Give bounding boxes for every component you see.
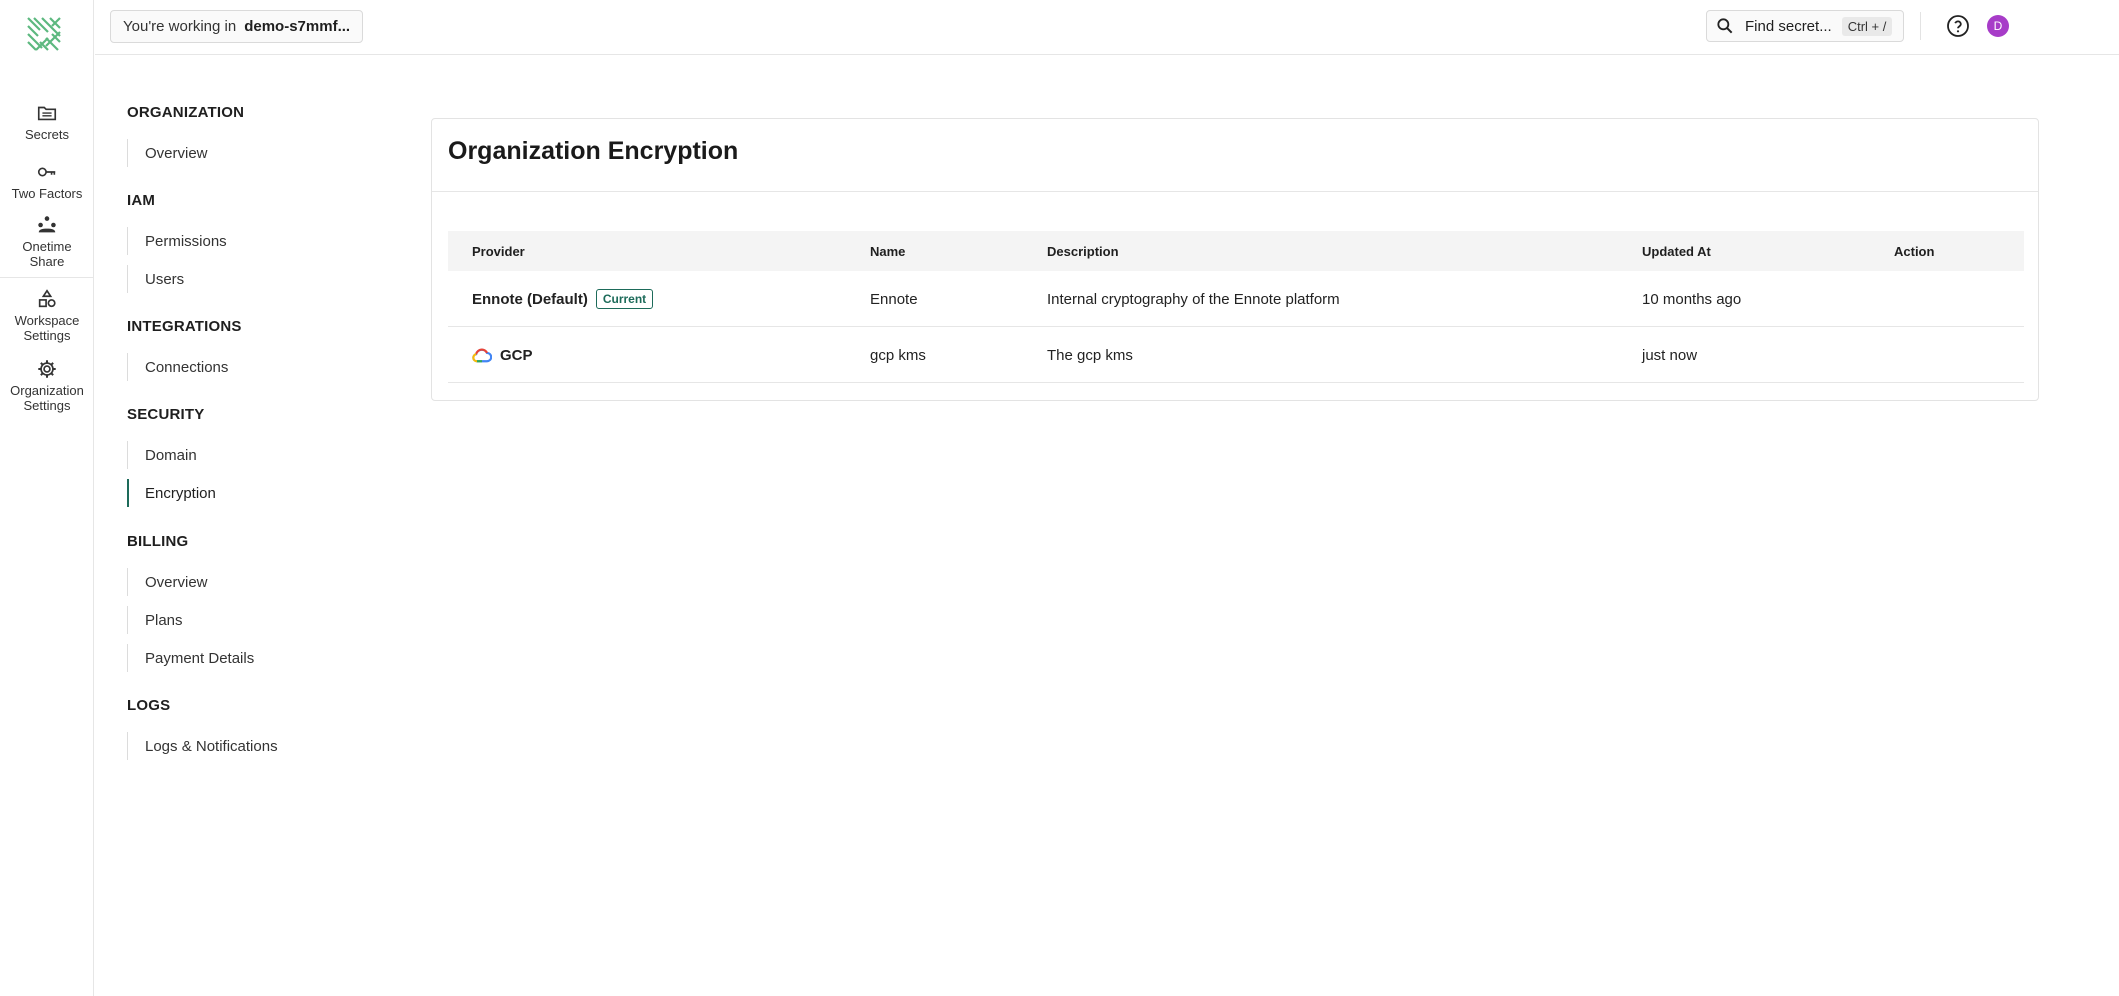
- name-cell: Ennote: [870, 290, 918, 308]
- folder-icon: [37, 106, 57, 121]
- help-icon[interactable]: [1946, 14, 1970, 38]
- ennote-logo[interactable]: [22, 12, 66, 56]
- avatar[interactable]: D: [1987, 15, 2009, 37]
- nav-section-title: LOGS: [127, 697, 171, 714]
- rail-item-label: Onetime Share: [22, 239, 72, 269]
- nav-item-encryption[interactable]: Encryption: [127, 479, 367, 507]
- column-header-description: Description: [1047, 243, 1119, 259]
- current-badge: Current: [595, 289, 654, 309]
- topbar-divider: [1920, 12, 1921, 40]
- nav-item-permissions[interactable]: Permissions: [127, 227, 367, 255]
- provider-cell: GCP: [472, 327, 533, 383]
- shapes-icon: [38, 289, 56, 308]
- left-rail: Secrets Two Factors Onetime Share Worksp…: [0, 0, 94, 996]
- rail-item-label: Organization Settings: [10, 383, 84, 413]
- rail-item-secrets[interactable]: Secrets: [0, 102, 94, 142]
- provider-name: Ennote (Default): [472, 290, 588, 308]
- table-header: Provider Name Description Updated At Act…: [448, 231, 2024, 271]
- find-secret-button[interactable]: Find secret... Ctrl + /: [1706, 10, 1904, 42]
- google-cloud-icon: [472, 348, 492, 363]
- nav-item-domain[interactable]: Domain: [127, 441, 367, 469]
- column-header-provider: Provider: [472, 243, 525, 259]
- column-header-name: Name: [870, 243, 906, 259]
- name-cell: gcp kms: [870, 346, 926, 364]
- column-header-action: Action: [1894, 243, 1935, 259]
- workspace-prefix: You're working in: [123, 18, 237, 35]
- card-divider: [432, 191, 2038, 192]
- nav-item-billing-overview[interactable]: Overview: [127, 568, 367, 596]
- description-cell: Internal cryptography of the Ennote plat…: [1047, 290, 1340, 308]
- nav-item-payment-details[interactable]: Payment Details: [127, 644, 367, 672]
- nav-item-connections[interactable]: Connections: [127, 353, 367, 381]
- nav-item-logs-notifications[interactable]: Logs & Notifications: [127, 732, 367, 760]
- nav-item-users[interactable]: Users: [127, 265, 367, 293]
- rail-item-onetime-share[interactable]: Onetime Share: [0, 214, 94, 269]
- top-bar: You're working in demo-s7mmf... Find sec…: [95, 0, 2119, 55]
- rail-item-label: Workspace Settings: [14, 313, 80, 343]
- nav-item-org-overview[interactable]: Overview: [127, 139, 367, 167]
- search-shortcut: Ctrl + /: [1841, 16, 1893, 36]
- rail-item-two-factors[interactable]: Two Factors: [0, 161, 94, 201]
- nav-section-title: IAM: [127, 192, 156, 209]
- nav-section-title: BILLING: [127, 533, 189, 550]
- workspace-switcher[interactable]: You're working in demo-s7mmf...: [110, 10, 364, 43]
- workspace-name: demo-s7mmf...: [244, 18, 351, 35]
- description-cell: The gcp kms: [1047, 346, 1133, 364]
- provider-name: GCP: [500, 346, 533, 364]
- provider-cell: Ennote (Default) Current: [472, 271, 654, 327]
- search-icon: [1717, 18, 1733, 34]
- nav-section-title: INTEGRATIONS: [127, 318, 242, 335]
- rail-item-workspace-settings[interactable]: Workspace Settings: [0, 288, 94, 343]
- table-row[interactable]: GCP gcp kms The gcp kms just now: [448, 327, 2024, 383]
- rail-item-label: Two Factors: [11, 186, 83, 201]
- column-header-updated-at: Updated At: [1642, 243, 1711, 259]
- page-title: Organization Encryption: [448, 137, 739, 165]
- table-row[interactable]: Ennote (Default) Current Ennote Internal…: [448, 271, 2024, 327]
- gear-icon: [38, 360, 56, 378]
- nav-section-title: SECURITY: [127, 406, 205, 423]
- nav-section-title: ORGANIZATION: [127, 104, 245, 121]
- updated-cell: 10 months ago: [1642, 290, 1742, 308]
- encryption-card: Organization Encryption Provider Name De…: [431, 118, 2039, 401]
- key-icon: [37, 167, 56, 177]
- updated-cell: just now: [1642, 346, 1698, 364]
- nav-item-plans[interactable]: Plans: [127, 606, 367, 634]
- search-label: Find secret...: [1745, 17, 1832, 35]
- rail-item-organization-settings[interactable]: Organization Settings: [0, 358, 94, 413]
- share-nodes-icon: [38, 216, 56, 233]
- rail-divider: [0, 277, 94, 278]
- rail-item-label: Secrets: [24, 127, 70, 142]
